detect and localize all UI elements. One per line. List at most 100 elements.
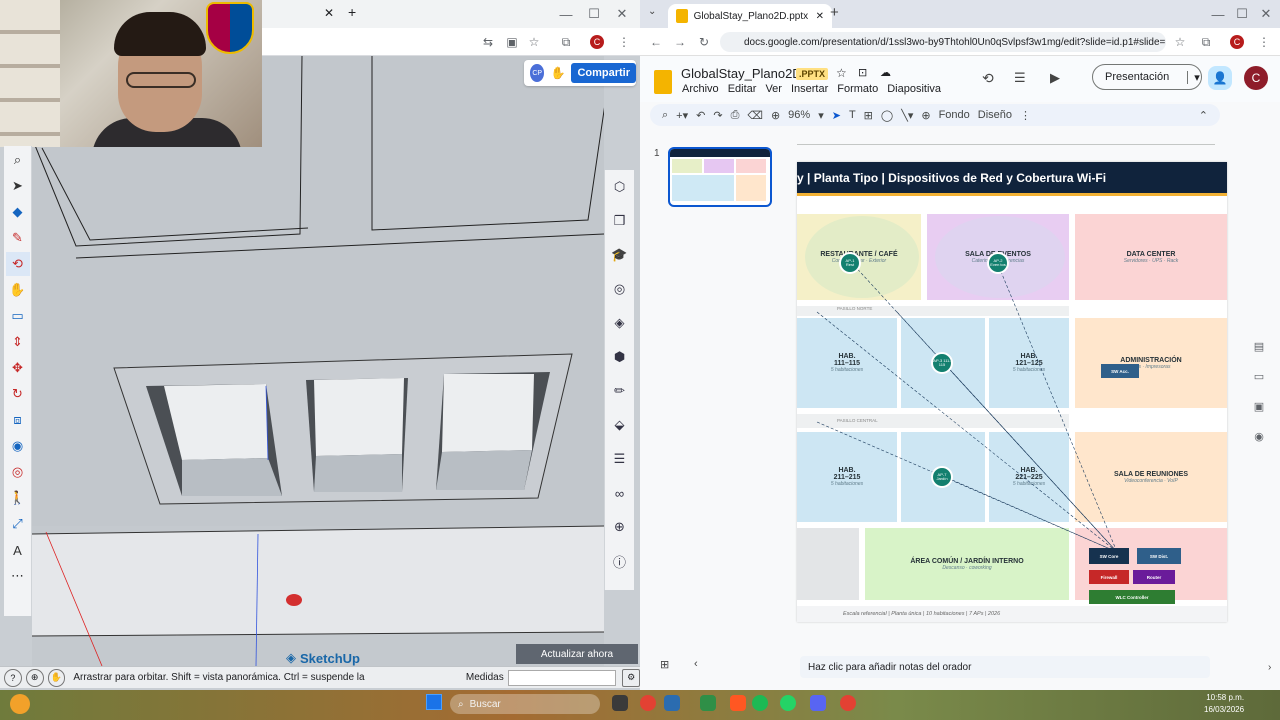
spotify-icon[interactable] (752, 695, 768, 711)
measure-input[interactable] (507, 669, 617, 686)
bookmark-star-icon[interactable]: ☆ (524, 32, 544, 52)
translate-icon[interactable]: ⇆ (478, 32, 498, 52)
switch-distribution[interactable]: SW Dist. (1137, 548, 1181, 564)
redo-icon[interactable]: ↷ (713, 109, 722, 122)
paint-bucket-icon[interactable]: ◉ (6, 434, 30, 458)
print-icon[interactable]: ⎙ (731, 109, 740, 122)
minimize-icon[interactable]: — (552, 2, 580, 26)
sketchup-app-icon[interactable] (700, 695, 716, 711)
hand-icon[interactable]: ✋ (47, 668, 66, 687)
select-tool-icon[interactable]: ➤ (832, 109, 841, 122)
collapse-toolbar-icon[interactable]: ⌃ (1199, 109, 1208, 122)
tasks-icon[interactable]: ▣ (1244, 400, 1274, 430)
rotate-icon[interactable]: ↻ (6, 382, 30, 406)
more-options-icon[interactable]: ⋮ (1020, 109, 1031, 122)
layers-icon[interactable]: ☰ (608, 447, 632, 471)
line-icon[interactable]: ╲▾ (901, 109, 913, 122)
keep-icon[interactable]: ▤ (1244, 340, 1274, 370)
globe-icon[interactable]: ⊕ (608, 515, 632, 539)
pencil-icon[interactable]: ✎ (6, 226, 30, 250)
background-button[interactable]: Fondo (939, 109, 970, 121)
scale-icon[interactable]: ⧈ (6, 408, 30, 432)
tags-icon[interactable]: ✏ (608, 379, 632, 403)
new-tab-icon[interactable]: + (348, 4, 356, 20)
cloud-status-icon[interactable]: ☁ (880, 66, 891, 79)
whatsapp-icon[interactable] (780, 695, 796, 711)
menu-insertar[interactable]: Insertar (791, 83, 828, 95)
slides-logo-icon[interactable] (654, 70, 672, 94)
menu-archivo[interactable]: Archivo (682, 83, 719, 95)
globe-status-icon[interactable]: ⊕ (25, 668, 44, 687)
zoom-icon[interactable]: ⊕ (771, 109, 780, 122)
comments-icon[interactable]: ☰ (1014, 70, 1026, 86)
scenes-icon[interactable]: ⬢ (608, 345, 632, 369)
tab-list-icon[interactable]: ⌄ (648, 6, 656, 17)
access-point-2[interactable]: AP-2 Even tos (987, 252, 1009, 274)
slide-thumbnail[interactable] (668, 147, 772, 207)
collaborator-avatar[interactable]: CP (530, 64, 545, 82)
measure-settings-icon[interactable]: ⚙ (622, 668, 640, 687)
chrome-icon[interactable] (640, 695, 656, 711)
meet-icon[interactable]: ▶ (1050, 70, 1060, 86)
switch-access[interactable]: SW Acc. (1101, 364, 1139, 378)
text-icon[interactable]: A (6, 538, 30, 562)
vr-icon[interactable]: ∞ (608, 481, 632, 505)
grid-view-icon[interactable]: ⊞ (660, 658, 669, 671)
menu-ver[interactable]: Ver (765, 83, 782, 95)
wlc-controller[interactable]: WLC Controller (1089, 590, 1175, 604)
select-icon[interactable]: ➤ (6, 174, 30, 198)
paint-icon[interactable]: ⬙ (608, 413, 632, 437)
section-icon[interactable]: ⤢ (6, 512, 30, 536)
folder-icon[interactable]: ▭ (1244, 370, 1274, 400)
eraser-icon[interactable]: ◆ (6, 200, 30, 224)
maximize-icon[interactable]: ☐ (580, 2, 608, 26)
comment-add-icon[interactable]: ⊕ (921, 109, 930, 122)
share-button[interactable]: Compartir (571, 63, 636, 83)
history-icon[interactable]: ⟲ (982, 70, 994, 87)
user-icon[interactable]: ✋ (550, 66, 565, 80)
task-view-icon[interactable] (612, 695, 628, 711)
move-icon[interactable]: ✥ (6, 356, 30, 380)
update-now-button[interactable]: Actualizar ahora (516, 644, 638, 664)
menu-diapositiva[interactable]: Diapositiva (887, 83, 941, 95)
profile-icon[interactable]: C (1230, 35, 1244, 49)
close-window-icon[interactable]: ✕ (608, 2, 636, 26)
expand-panel-icon[interactable]: › (1268, 662, 1271, 673)
present-dropdown-icon[interactable]: ▾ (1187, 70, 1200, 84)
text-box-icon[interactable]: T (849, 109, 856, 121)
help-icon[interactable]: ? (4, 668, 22, 687)
extensions-icon[interactable]: ⧉ (556, 32, 576, 52)
close-window-icon[interactable]: ✕ (1252, 2, 1280, 26)
design-button[interactable]: Diseño (978, 109, 1012, 121)
document-title[interactable]: GlobalStay_Plano2D (681, 66, 802, 81)
paint-format-icon[interactable]: ⌫ (747, 109, 763, 122)
shape-icon[interactable]: ◯ (881, 109, 893, 122)
extensions-icon[interactable]: ⧉ (1196, 32, 1216, 52)
chrome-icon-2[interactable] (840, 695, 856, 711)
access-point-1[interactable]: AP-1 Rest (839, 252, 861, 274)
close-tab-icon[interactable]: ✕ (816, 11, 824, 22)
speaker-notes[interactable]: Haz clic para añadir notas del orador (800, 656, 1210, 678)
undo-icon[interactable]: ↶ (696, 109, 705, 122)
tab-slides[interactable]: GlobalStay_Plano2D.pptx - Pres ✕ (668, 4, 832, 28)
share-person-icon[interactable]: 👤 (1208, 66, 1232, 90)
star-icon[interactable]: ☆ (836, 66, 847, 80)
forward-icon[interactable]: → (670, 32, 690, 52)
reload-icon[interactable]: ↻ (694, 32, 714, 52)
present-button[interactable]: Presentación ▾ (1092, 64, 1202, 90)
walk-icon[interactable]: 🚶 (6, 486, 30, 510)
system-clock[interactable]: 10:58 p.m. 16/03/2026 (1204, 692, 1244, 716)
access-point-7[interactable]: AP-7 Jardín (931, 466, 953, 488)
search-icon[interactable]: ⌕ (6, 148, 30, 172)
router[interactable]: Router (1133, 570, 1175, 584)
menu-dots-icon[interactable]: ⋮ (614, 32, 634, 52)
firewall[interactable]: Firewall (1089, 570, 1129, 584)
pan-icon[interactable]: ✋ (6, 278, 30, 302)
info-icon[interactable]: ⓘ (608, 549, 632, 573)
zoom-dropdown-icon[interactable]: ▾ (818, 109, 824, 122)
bookmark-star-icon[interactable]: ☆ (1170, 32, 1190, 52)
orbit-icon[interactable]: ⟲ (5, 252, 30, 276)
slide-canvas[interactable]: y | Planta Tipo | Dispositivos de Red y … (797, 162, 1227, 622)
menu-editar[interactable]: Editar (728, 83, 757, 95)
file-explorer-icon[interactable] (664, 695, 680, 711)
